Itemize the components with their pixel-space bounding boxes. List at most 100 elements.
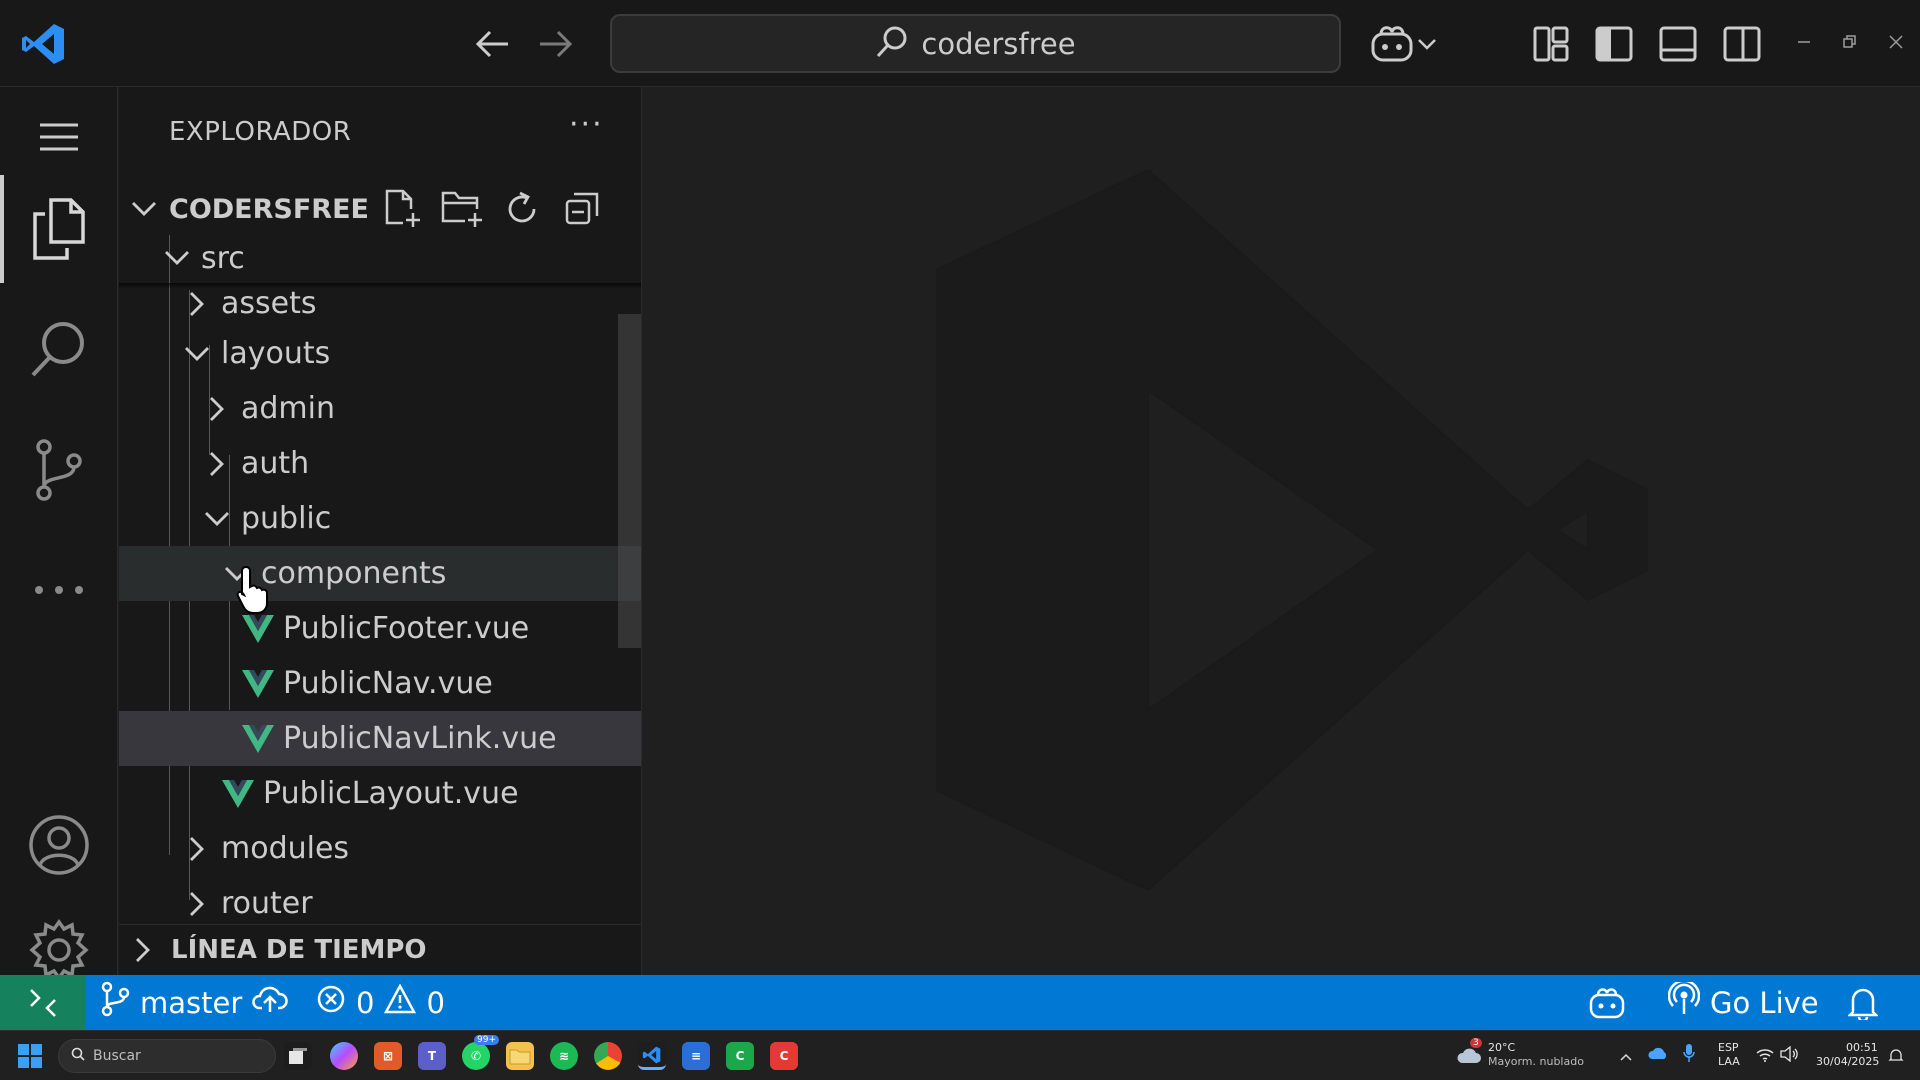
- tree-item-publicnav[interactable]: PublicNav.vue: [119, 656, 641, 711]
- chevron-right-icon: [201, 448, 233, 480]
- more-views-icon[interactable]: [0, 540, 118, 640]
- forward-arrow-icon[interactable]: [534, 22, 578, 66]
- sidebar-title: EXPLORADOR: [169, 117, 352, 147]
- branch-status[interactable]: master: [100, 975, 289, 1030]
- chevron-right-icon: [123, 937, 163, 963]
- explorer-files-icon[interactable]: [0, 179, 118, 279]
- taskbar-search-input[interactable]: Buscar: [58, 1039, 276, 1073]
- cloud-upload-icon[interactable]: [252, 984, 289, 1021]
- vscode-taskbar-icon[interactable]: [638, 1042, 666, 1070]
- camtasia-app-icon[interactable]: C: [726, 1042, 754, 1070]
- tree-item-publicnavlink[interactable]: PublicNavLink.vue: [119, 711, 641, 766]
- language-top[interactable]: ESP: [1718, 1041, 1739, 1055]
- git-branch-icon: [100, 981, 130, 1024]
- chevron-down-icon[interactable]: [1412, 20, 1442, 68]
- remote-indicator-icon[interactable]: [0, 975, 85, 1030]
- onedrive-icon[interactable]: [1648, 1045, 1668, 1064]
- refresh-icon[interactable]: [500, 187, 544, 231]
- weather-temp: 20°C: [1488, 1041, 1516, 1054]
- tree-item-label: PublicFooter.vue: [283, 611, 530, 646]
- microphone-icon[interactable]: [1683, 1043, 1695, 1067]
- minimize-icon[interactable]: [1792, 30, 1816, 54]
- back-arrow-icon[interactable]: [470, 22, 514, 66]
- toggle-primary-sidebar-icon[interactable]: [1590, 20, 1638, 68]
- menu-icon[interactable]: [0, 87, 118, 187]
- tree-item-router[interactable]: router: [119, 876, 641, 931]
- warning-icon: [384, 983, 417, 1021]
- toggle-panel-icon[interactable]: [1654, 20, 1702, 68]
- collapse-all-icon[interactable]: [560, 187, 604, 231]
- restore-icon[interactable]: [1838, 30, 1862, 54]
- file-tree: src assets layouts admin auth public com…: [119, 235, 641, 931]
- tree-item-auth[interactable]: auth: [119, 436, 641, 491]
- editor-area[interactable]: [643, 87, 1920, 975]
- more-actions-button[interactable]: ···: [569, 107, 604, 142]
- file-explorer-icon[interactable]: [506, 1042, 534, 1070]
- timeline-section-header[interactable]: LÍNEA DE TIEMPO: [119, 924, 641, 975]
- vue-file-icon: [221, 777, 255, 811]
- tree-item-components[interactable]: components: [119, 546, 641, 601]
- search-icon: [875, 25, 909, 63]
- tree-item-modules[interactable]: modules: [119, 821, 641, 876]
- command-center-search[interactable]: codersfree: [610, 14, 1341, 73]
- tree-item-layouts[interactable]: layouts: [119, 326, 641, 381]
- tree-item-label: components: [261, 556, 447, 591]
- whatsapp-app-icon[interactable]: ✆: [462, 1042, 490, 1070]
- search-sidebar-icon[interactable]: [0, 299, 118, 399]
- tree-item-label: PublicNavLink.vue: [283, 721, 557, 756]
- copilot-app-icon[interactable]: [330, 1042, 358, 1070]
- activity-bar: [0, 87, 118, 981]
- language-bottom[interactable]: LAA: [1718, 1055, 1740, 1069]
- toggle-secondary-sidebar-icon[interactable]: [1718, 20, 1766, 68]
- tree-item-label: modules: [221, 831, 350, 866]
- chevron-up-icon[interactable]: [1620, 1047, 1632, 1066]
- accounts-icon[interactable]: [0, 795, 118, 895]
- chevron-right-icon: [201, 393, 233, 425]
- spotify-app-icon[interactable]: ≋: [550, 1042, 578, 1070]
- notification-center-icon[interactable]: [1888, 1048, 1904, 1068]
- xampp-app-icon[interactable]: ⊠: [374, 1042, 402, 1070]
- teams-app-icon[interactable]: T: [418, 1042, 446, 1070]
- close-icon[interactable]: [1884, 30, 1908, 54]
- notifications-bell-icon[interactable]: [1848, 975, 1878, 1030]
- wifi-icon[interactable]: [1756, 1047, 1774, 1066]
- branch-name: master: [140, 985, 243, 1020]
- chrome-app-icon[interactable]: [594, 1042, 622, 1070]
- task-view-icon[interactable]: [284, 1042, 312, 1070]
- tree-item-label: PublicLayout.vue: [263, 776, 519, 811]
- chevron-right-icon: [181, 833, 213, 865]
- notepad-app-icon[interactable]: ≡: [682, 1042, 710, 1070]
- windows-taskbar: Buscar ⊠ T ✆ 99+ ≋ ≡ C C 3 20°C Mayorm. …: [0, 1030, 1920, 1080]
- weather-badge: 3: [1470, 1038, 1482, 1048]
- sidebar-scrollbar[interactable]: [618, 314, 641, 648]
- clock-date[interactable]: 30/04/2025: [1816, 1055, 1879, 1069]
- tree-item-publiclayout[interactable]: PublicLayout.vue: [119, 766, 641, 821]
- tree-item-label: layouts: [221, 336, 331, 371]
- chevron-down-icon: [181, 338, 213, 370]
- tree-item-src[interactable]: src: [119, 235, 641, 281]
- tree-item-label: assets: [221, 286, 317, 321]
- broadcast-icon: [1667, 979, 1701, 1023]
- tree-item-admin[interactable]: admin: [119, 381, 641, 436]
- folder-header[interactable]: CODERSFREE: [119, 183, 641, 235]
- new-file-icon[interactable]: [380, 187, 424, 231]
- windows-start-icon[interactable]: [18, 1044, 42, 1072]
- tree-item-public[interactable]: public: [119, 491, 641, 546]
- status-bar: master 0 0 Go Live: [0, 975, 1920, 1030]
- go-live-label: Go Live: [1710, 985, 1819, 1020]
- customize-layout-icon[interactable]: [1527, 20, 1575, 68]
- volume-icon[interactable]: [1780, 1045, 1798, 1066]
- vue-file-icon: [241, 667, 275, 701]
- explorer-actions: [380, 183, 604, 235]
- go-live-button[interactable]: Go Live: [1667, 975, 1819, 1030]
- problems-status[interactable]: 0 0: [316, 975, 445, 1030]
- copilot-status-icon[interactable]: [1588, 975, 1626, 1030]
- tree-item-publicfooter[interactable]: PublicFooter.vue: [119, 601, 641, 656]
- warning-count: 0: [426, 985, 445, 1020]
- source-control-icon[interactable]: [0, 420, 118, 520]
- error-icon: [316, 984, 346, 1021]
- new-folder-icon[interactable]: [440, 187, 484, 231]
- recorder-app-icon[interactable]: C: [770, 1042, 798, 1070]
- copilot-icon[interactable]: [1368, 20, 1416, 68]
- clock-time[interactable]: 00:51: [1846, 1041, 1878, 1055]
